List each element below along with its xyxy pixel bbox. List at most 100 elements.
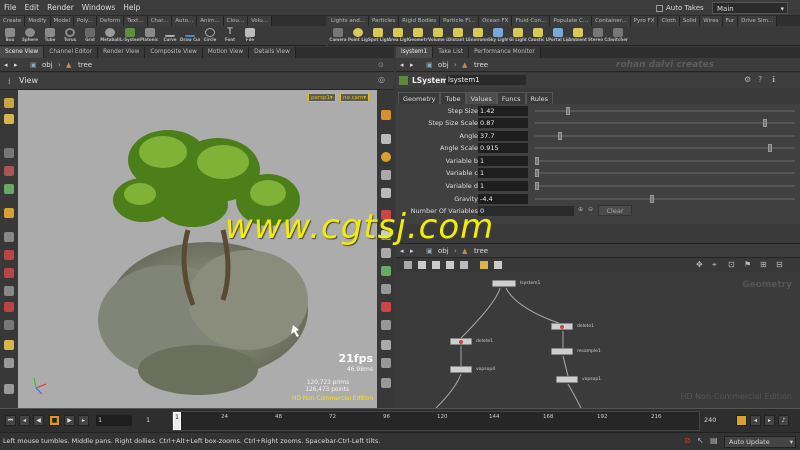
display-mode-icon[interactable]: ▤	[710, 436, 718, 445]
snapshot-icon[interactable]	[381, 358, 391, 368]
scale-tool-icon[interactable]	[4, 184, 14, 194]
paint-icon[interactable]	[4, 286, 14, 296]
skip-start-icon[interactable]: ⏮	[5, 415, 16, 426]
param-field[interactable]: 1	[478, 168, 528, 178]
curve-tool[interactable]: Curve	[160, 26, 180, 45]
step-forward-icon[interactable]: ▸	[78, 415, 89, 426]
desktop-select[interactable]: Main ▾	[712, 2, 788, 14]
torus-tool[interactable]: Torus	[60, 26, 80, 45]
menu-render[interactable]: Render	[43, 0, 78, 16]
path-node[interactable]: tree	[78, 60, 92, 70]
circle-tool[interactable]: Circle	[200, 26, 220, 45]
param-slider[interactable]	[535, 160, 795, 162]
shelf-tab[interactable]: Solid	[679, 16, 701, 26]
tab-motion-view[interactable]: Motion View	[202, 47, 250, 58]
param-field[interactable]: 0.87	[478, 118, 528, 128]
param-field[interactable]: 1	[478, 181, 528, 191]
network-node[interactable]	[556, 376, 578, 383]
tab-lsystem1[interactable]: lsystem1	[396, 47, 434, 58]
distant-light-tool[interactable]: Distant Light	[448, 26, 468, 45]
shelf-tab[interactable]: Volu...	[248, 16, 273, 26]
back-arrow-icon[interactable]: ◂	[400, 60, 404, 70]
shelf-tab[interactable]: Rigid Bodies	[399, 16, 441, 26]
network-node[interactable]	[450, 338, 472, 345]
keyframe-next-icon[interactable]: ▸	[764, 415, 775, 426]
shelf-tab[interactable]: Drive Sim...	[738, 16, 778, 26]
shelf-tab[interactable]: Particle Fl...	[440, 16, 480, 26]
slider-knob[interactable]	[535, 157, 539, 165]
display-icon[interactable]	[381, 110, 391, 120]
metaball-tool[interactable]: Metaball	[100, 26, 120, 45]
tab-composite-view[interactable]: Composite View	[145, 47, 203, 58]
forward-arrow-icon[interactable]: ▸	[14, 60, 18, 70]
select-tool-icon[interactable]	[4, 98, 14, 108]
shelf-tab[interactable]: Fur	[722, 16, 739, 26]
tab-render-view[interactable]: Render View	[98, 47, 146, 58]
param-slider[interactable]	[535, 122, 795, 124]
grid-tool[interactable]: Grid	[80, 26, 100, 45]
key-icon[interactable]	[736, 415, 747, 426]
area-light-tool[interactable]: Area Light	[388, 26, 408, 45]
frame-end-field[interactable]: 240	[704, 415, 726, 426]
pointer-icon[interactable]: ↖	[697, 436, 704, 445]
slider-knob[interactable]	[558, 132, 563, 140]
timeline-track[interactable]: 1 1 24 48 72 96 120 144 168 192 216	[172, 411, 700, 431]
visibility-icon[interactable]	[381, 320, 391, 330]
forward-arrow-icon[interactable]: ▸	[410, 246, 414, 256]
auto-takes-checkbox[interactable]: Auto Takes	[656, 0, 704, 16]
draw-curve-tool[interactable]: Draw Curve	[180, 26, 200, 45]
shelf-tab[interactable]: Poly...	[74, 16, 97, 26]
param-slider[interactable]	[535, 110, 795, 112]
stop-icon[interactable]: ■	[49, 415, 60, 426]
menu-edit[interactable]: Edit	[21, 0, 44, 16]
param-slider[interactable]	[535, 172, 795, 174]
shelf-tab[interactable]: Fluid Con...	[512, 16, 551, 26]
wireframe-icon[interactable]	[381, 170, 391, 180]
frame-start-field[interactable]: 1	[96, 415, 132, 426]
caustic-light-tool[interactable]: Caustic Li...	[528, 26, 548, 45]
update-mode-select[interactable]: Auto Update ▾	[724, 436, 796, 448]
network-node[interactable]	[492, 280, 516, 287]
gear-icon[interactable]: ⚙	[744, 75, 751, 84]
shelf-tab[interactable]: Auto...	[172, 16, 198, 26]
path-node[interactable]: tree	[474, 60, 488, 70]
camera-link-icon[interactable]	[4, 358, 14, 368]
param-slider[interactable]	[535, 198, 795, 200]
error-icon[interactable]: ⊘	[684, 436, 691, 445]
viewport-menu-icon[interactable]: ◎	[378, 75, 385, 84]
shelf-tab[interactable]: Char...	[147, 16, 173, 26]
current-frame-field[interactable]: 1	[146, 415, 168, 426]
hands-icon[interactable]	[4, 384, 14, 394]
shelf-tab[interactable]: Clou...	[223, 16, 249, 26]
shelf-tab[interactable]: Populate C...	[550, 16, 593, 26]
gi-light-tool[interactable]: GI Light	[508, 26, 528, 45]
move-tool-icon[interactable]	[4, 114, 14, 124]
camera-menu[interactable]: persp1▾	[308, 93, 336, 102]
keyframe-prev-icon[interactable]: ◂	[750, 415, 761, 426]
brush-icon[interactable]	[4, 302, 14, 312]
font-tool[interactable]: T Font	[220, 26, 240, 45]
shelf-tab[interactable]: Model	[50, 16, 75, 26]
portal-light-tool[interactable]: Portal Light	[548, 26, 568, 45]
volume-light-tool[interactable]: Volume Li...	[428, 26, 448, 45]
param-field[interactable]: 0.915	[478, 143, 528, 153]
tab-take-list[interactable]: Take List	[433, 47, 470, 58]
clear-button[interactable]: Clear	[598, 205, 632, 216]
shelf-tab[interactable]: Text...	[124, 16, 148, 26]
network-node[interactable]	[551, 323, 573, 330]
slider-knob[interactable]	[565, 107, 570, 115]
shelf-tab[interactable]: Modify	[25, 16, 51, 26]
stereo-camera-tool[interactable]: Stereo Ca...	[588, 26, 608, 45]
node-name-field[interactable]: lsystem1	[446, 75, 526, 85]
path-root[interactable]: obj	[438, 60, 449, 70]
uv-display-icon[interactable]	[381, 266, 391, 276]
remove-icon[interactable]: ⊖	[588, 206, 593, 213]
param-slider[interactable]	[535, 135, 795, 137]
cam-lock-menu[interactable]: no cam▾	[340, 93, 370, 102]
help-icon[interactable]: ?	[758, 75, 762, 84]
shaded-icon[interactable]	[381, 188, 391, 198]
slider-knob[interactable]	[535, 169, 539, 177]
box-tool[interactable]: Box	[0, 26, 20, 45]
pose-tool-icon[interactable]	[4, 232, 14, 242]
camera-tool[interactable]: Camera	[328, 26, 348, 45]
